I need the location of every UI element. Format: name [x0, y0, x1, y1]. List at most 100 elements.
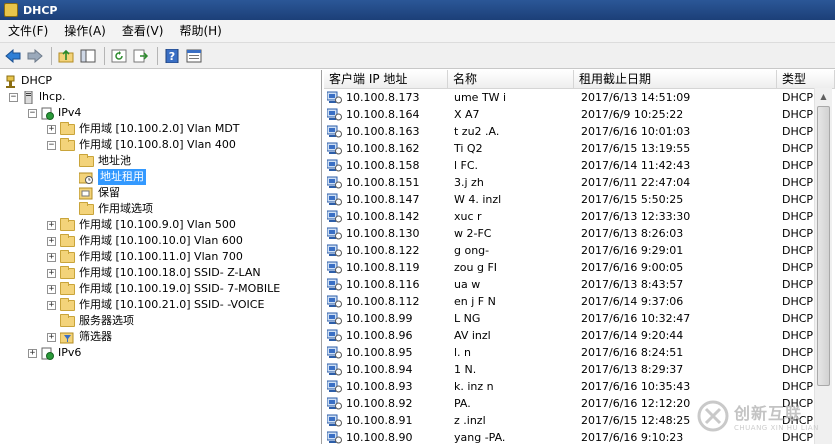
tree-node-scope[interactable]: − 作用域 [10.100.8.0] Vlan 400 [47, 137, 236, 153]
table-row[interactable]: 10.100.8.151 3.j zh 2017/6/11 22:47:04 D… [324, 174, 819, 191]
tree-node-scope[interactable]: + 作用域 [10.100.11.0] Vlan 700 [47, 249, 243, 265]
expand-icon[interactable]: + [47, 300, 56, 310]
expand-icon[interactable]: + [47, 236, 56, 246]
toolbar-separator [104, 46, 105, 65]
table-row[interactable]: 10.100.8.130 w 2-FC 2017/6/13 8:26:03 DH… [324, 225, 819, 242]
cell-name: ua w [454, 278, 481, 291]
expand-icon[interactable]: + [47, 220, 56, 230]
expand-icon[interactable]: + [47, 124, 56, 134]
table-row[interactable]: 10.100.8.94 1 N. 2017/6/13 8:29:37 DHCP [324, 361, 819, 378]
tree-node-server[interactable]: − lhcp. [9, 89, 66, 105]
tree-node-filters[interactable]: + 筛选器 [47, 329, 112, 345]
folder-icon [60, 249, 75, 263]
table-row[interactable]: 10.100.8.173 ume TW i 2017/6/13 14:51:09… [324, 89, 819, 106]
up-folder-icon[interactable] [56, 46, 76, 66]
client-ip-text: 10.100.8.92 [346, 397, 413, 410]
cell-client-ip: 10.100.8.95 [324, 344, 448, 361]
scroll-thumb[interactable] [817, 106, 830, 386]
lease-computer-icon [327, 261, 342, 274]
menu-file[interactable]: 文件(F) [0, 20, 56, 42]
column-header-name[interactable]: 名称 [448, 70, 574, 88]
tree-node-dhcp[interactable]: DHCP [4, 73, 52, 89]
cell-name: zou g FI [454, 261, 498, 274]
table-row[interactable]: 10.100.8.163 t zu2 .A. 2017/6/16 10:01:0… [324, 123, 819, 140]
table-row[interactable]: 10.100.8.147 W 4. inzl 2017/6/15 5:50:25… [324, 191, 819, 208]
cell-client-ip: 10.100.8.119 [324, 259, 448, 276]
table-row[interactable]: 10.100.8.122 g ong- 2017/6/16 9:29:01 DH… [324, 242, 819, 259]
refresh-icon[interactable] [109, 46, 129, 66]
window-title: DHCP [23, 3, 58, 17]
cell-lease-expiry: 2017/6/14 9:20:44 [581, 329, 684, 342]
scroll-up-arrow-icon[interactable]: ▲ [815, 88, 832, 105]
table-row[interactable]: 10.100.8.142 xuc r 2017/6/13 12:33:30 DH… [324, 208, 819, 225]
list-header: 客户端 IP 地址 名称 租用截止日期 类型 [324, 70, 835, 89]
column-header-type[interactable]: 类型 [777, 70, 835, 88]
tree-node-scope[interactable]: + 作用域 [10.100.2.0] Vlan MDT [47, 121, 240, 137]
tree-node-ipv4[interactable]: − IPv4 [28, 105, 81, 121]
expand-icon[interactable]: + [47, 268, 56, 278]
properties-icon[interactable] [184, 46, 204, 66]
tree-label-scope: 作用域 [10.100.18.0] SSID- Z-LAN [79, 266, 261, 279]
tree-node-ipv6[interactable]: + IPv6 [28, 345, 81, 361]
help-icon[interactable]: ? [162, 46, 182, 66]
client-ip-text: 10.100.8.147 [346, 193, 420, 206]
forward-icon[interactable] [25, 46, 45, 66]
folder-icon [79, 153, 94, 167]
table-row[interactable]: 10.100.8.119 zou g FI 2017/6/16 9:00:05 … [324, 259, 819, 276]
export-icon[interactable] [131, 46, 151, 66]
tree-label-scope: 作用域 [10.100.19.0] SSID- 7-MOBILE [79, 282, 281, 295]
table-row[interactable]: 10.100.8.99 L NG 2017/6/16 10:32:47 DHCP [324, 310, 819, 327]
cell-type: DHCP [782, 261, 814, 274]
table-row[interactable]: 10.100.8.158 l FC. 2017/6/14 11:42:43 DH… [324, 157, 819, 174]
tree-node-scope[interactable]: + 作用域 [10.100.21.0] SSID- -VOICE [47, 297, 264, 313]
column-header-lease-expiry[interactable]: 租用截止日期 [574, 70, 777, 88]
client-ip-text: 10.100.8.119 [346, 261, 420, 274]
table-row[interactable]: 10.100.8.164 X A7 2017/6/9 10:25:22 DHCP [324, 106, 819, 123]
cell-name: l. n [454, 346, 472, 359]
tree-node-server-options[interactable]: 服务器选项 [47, 313, 134, 329]
tree-node-scope-options[interactable]: 作用域选项 [79, 201, 153, 217]
vertical-scrollbar[interactable]: ▲ [814, 88, 832, 444]
menu-help[interactable]: 帮助(H) [171, 20, 229, 42]
lease-computer-icon [327, 414, 342, 427]
cell-name: ume TW i [454, 91, 507, 104]
reservations-icon [79, 187, 93, 199]
cell-lease-expiry: 2017/6/16 10:32:47 [581, 312, 691, 325]
console-tree[interactable]: DHCP − lhcp. − IPv4 + 作用域 [10.100.2.0] V… [0, 70, 322, 444]
cell-name: w 2-FC [454, 227, 492, 240]
table-row[interactable]: 10.100.8.96 AV inzl 2017/6/14 9:20:44 DH… [324, 327, 819, 344]
column-header-client-ip[interactable]: 客户端 IP 地址 [324, 70, 448, 88]
show-tree-icon[interactable] [78, 46, 98, 66]
tree-node-reservations[interactable]: 保留 [79, 185, 120, 201]
collapse-icon[interactable]: − [9, 92, 18, 102]
back-icon[interactable] [3, 46, 23, 66]
folder-icon [60, 217, 75, 231]
table-row[interactable]: 10.100.8.112 en j F N 2017/6/14 9:37:06 … [324, 293, 819, 310]
cell-client-ip: 10.100.8.122 [324, 242, 448, 259]
lease-computer-icon [327, 244, 342, 257]
menu-action[interactable]: 操作(A) [56, 20, 114, 42]
leases-list[interactable]: 客户端 IP 地址 名称 租用截止日期 类型 10.100.8.173 ume … [324, 70, 835, 444]
tree-label-scope: 作用域 [10.100.9.0] Vlan 500 [79, 218, 236, 231]
expand-icon[interactable]: + [47, 332, 56, 342]
menu-view[interactable]: 查看(V) [114, 20, 172, 42]
expand-icon[interactable]: + [28, 348, 37, 358]
tree-node-scope[interactable]: + 作用域 [10.100.19.0] SSID- 7-MOBILE [47, 281, 280, 297]
tree-node-address-pool[interactable]: 地址池 [79, 153, 131, 169]
collapse-icon[interactable]: − [47, 140, 56, 150]
tree-node-scope[interactable]: + 作用域 [10.100.18.0] SSID- Z-LAN [47, 265, 261, 281]
expand-icon[interactable]: + [47, 252, 56, 262]
tree-node-address-leases[interactable]: 地址租用 [79, 169, 146, 185]
tree-node-scope[interactable]: + 作用域 [10.100.10.0] Vlan 600 [47, 233, 243, 249]
lease-computer-icon [327, 142, 342, 155]
cell-client-ip: 10.100.8.173 [324, 89, 448, 106]
expand-icon[interactable]: + [47, 284, 56, 294]
table-row[interactable]: 10.100.8.162 Ti Q2 2017/6/15 13:19:55 DH… [324, 140, 819, 157]
collapse-icon[interactable]: − [28, 108, 37, 118]
tree-node-scope[interactable]: + 作用域 [10.100.9.0] Vlan 500 [47, 217, 236, 233]
cell-lease-expiry: 2017/6/11 22:47:04 [581, 176, 691, 189]
cell-name: g ong- [454, 244, 490, 257]
table-row[interactable]: 10.100.8.116 ua w 2017/6/13 8:43:57 DHCP [324, 276, 819, 293]
cell-name: L NG [454, 312, 481, 325]
table-row[interactable]: 10.100.8.95 l. n 2017/6/16 8:24:51 DHCP [324, 344, 819, 361]
